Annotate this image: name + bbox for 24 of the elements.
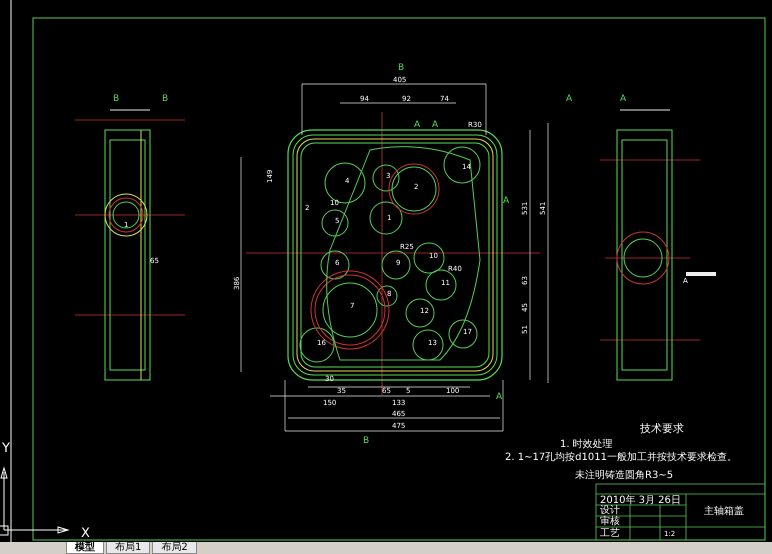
remark-text: 未注明铸造圆角R3~5 [575,470,674,481]
section-label: A [496,392,502,402]
title-block-label: 审核 [600,516,620,527]
requirement-note: 2. 1~17孔均按d1011一般加工并按技术要求检查。 [505,452,737,463]
layout-tab[interactable]: 模型 [66,542,104,554]
section-label: A [566,94,572,104]
layout-tab[interactable]: 布局1 [106,542,150,554]
section-label: B [113,94,120,104]
section-label: B [398,63,404,73]
section-label: B [162,94,168,104]
title-block-label: 设计 [600,505,620,516]
section-label: A [620,94,626,104]
section-label: B [363,436,370,446]
date-text: 2010年 3月 26日 [600,495,681,506]
x-axis-label: X [81,526,90,541]
y-axis-label: Y [2,441,10,456]
title-block-label: 工艺 [600,528,620,539]
layout-tab[interactable]: 布局2 [152,542,197,554]
requirement-note: 1. 时效处理 [560,439,613,450]
part-name: 主轴箱盖 [704,506,744,517]
section-label: A [432,120,438,130]
section-label: A [503,196,510,206]
section-label: A [414,120,420,130]
requirements-title: 技术要求 [640,422,684,435]
